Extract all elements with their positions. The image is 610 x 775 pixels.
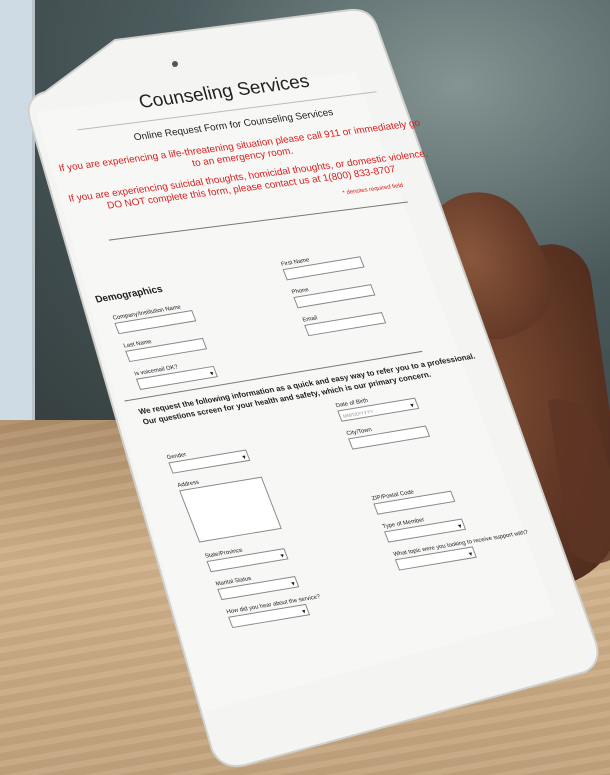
camera-icon — [172, 61, 178, 67]
tablet: Counseling Services Online Request Form … — [27, 8, 610, 767]
